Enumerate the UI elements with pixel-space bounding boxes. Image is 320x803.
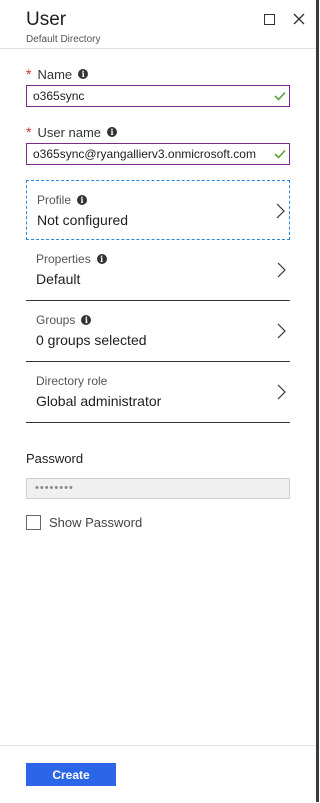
username-input[interactable] [26, 143, 290, 165]
name-label-row: * Name i [26, 66, 89, 82]
directory-role-nav-item[interactable]: Directory role Global administrator [26, 362, 290, 422]
profile-label-row: Profile i [37, 193, 88, 207]
divider [26, 422, 290, 423]
required-marker: * [26, 124, 32, 140]
info-icon[interactable]: i [78, 69, 89, 79]
properties-nav-item[interactable]: Properties i Default [26, 240, 290, 300]
info-icon[interactable]: i [77, 195, 88, 205]
password-label: Password [26, 451, 84, 466]
properties-label: Properties [36, 252, 91, 266]
profile-nav-item[interactable]: Profile i Not configured [26, 180, 290, 240]
maximize-icon[interactable] [264, 14, 275, 25]
check-icon [274, 149, 286, 159]
groups-nav-item[interactable]: Groups i 0 groups selected [26, 301, 290, 361]
info-icon[interactable]: i [107, 127, 118, 137]
chevron-right-icon [276, 203, 285, 219]
username-label-row: * User name i [26, 124, 118, 140]
groups-value: 0 groups selected [36, 332, 147, 348]
create-button[interactable]: Create [26, 763, 116, 786]
password-input: •••••••• [26, 478, 290, 499]
required-marker: * [26, 66, 32, 82]
close-icon[interactable] [291, 11, 307, 27]
name-label: Name [37, 66, 73, 82]
groups-label-row: Groups i [36, 313, 92, 327]
properties-value: Default [36, 271, 81, 287]
chevron-right-icon [277, 384, 286, 400]
profile-label: Profile [37, 193, 72, 207]
show-password-label: Show Password [49, 515, 143, 530]
groups-label: Groups [36, 313, 76, 327]
directory-role-value: Global administrator [36, 393, 162, 409]
blade-footer: Create [0, 745, 316, 803]
blade-header: User Default Directory [0, 0, 316, 49]
properties-label-row: Properties i [36, 252, 107, 266]
show-password-checkbox[interactable] [26, 515, 41, 530]
name-input[interactable] [26, 85, 290, 107]
chevron-right-icon [277, 323, 286, 339]
info-icon[interactable]: i [96, 254, 107, 264]
profile-value: Not configured [37, 212, 129, 228]
directory-role-label-row: Directory role [36, 374, 107, 388]
user-blade: User Default Directory * Name i * User n… [0, 0, 319, 802]
directory-role-label: Directory role [36, 374, 108, 388]
username-label: User name [37, 124, 102, 140]
check-icon [274, 91, 286, 101]
blade-subtitle: Default Directory [26, 34, 101, 45]
info-icon[interactable]: i [81, 315, 92, 325]
show-password-toggle[interactable]: Show Password [26, 515, 142, 530]
chevron-right-icon [277, 262, 286, 278]
blade-title: User [26, 9, 67, 30]
